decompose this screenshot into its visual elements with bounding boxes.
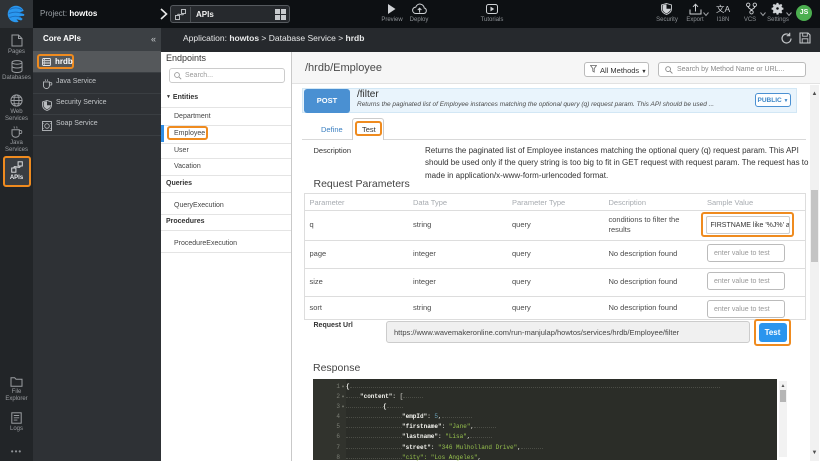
svg-text:文A: 文A: [716, 4, 731, 14]
